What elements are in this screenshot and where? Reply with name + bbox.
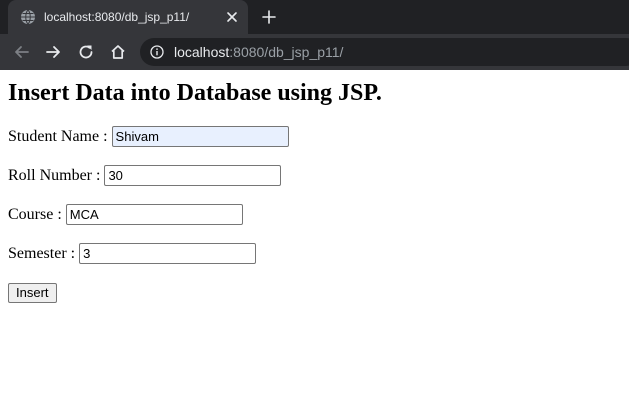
page-title: Insert Data into Database using JSP. bbox=[8, 80, 382, 106]
tab-title: localhost:8080/db_jsp_p11/ bbox=[44, 10, 190, 24]
address-url[interactable]: localhost:8080/db_jsp_p11/ bbox=[174, 44, 343, 60]
close-icon[interactable] bbox=[224, 9, 240, 25]
semester-label: Semester : bbox=[8, 245, 76, 262]
arrow-left-icon[interactable] bbox=[13, 43, 31, 61]
student-name-label: Student Name : bbox=[8, 128, 108, 145]
info-icon[interactable] bbox=[150, 45, 164, 59]
browser-tab[interactable]: localhost:8080/db_jsp_p11/ bbox=[8, 0, 248, 34]
url-path: :8080/db_jsp_p11/ bbox=[229, 44, 344, 60]
browser-toolbar: localhost:8080/db_jsp_p11/ bbox=[0, 34, 629, 70]
reload-icon[interactable] bbox=[77, 43, 95, 61]
semester-input[interactable] bbox=[79, 243, 257, 264]
insert-button[interactable]: Insert bbox=[8, 283, 57, 303]
roll-number-row: Roll Number : bbox=[8, 165, 282, 186]
roll-number-input[interactable] bbox=[104, 165, 282, 186]
url-host: localhost bbox=[174, 44, 230, 60]
address-bar[interactable]: localhost:8080/db_jsp_p11/ bbox=[140, 38, 629, 66]
student-name-input[interactable] bbox=[111, 126, 289, 147]
globe-icon bbox=[21, 9, 35, 25]
roll-number-label: Roll Number : bbox=[8, 167, 101, 184]
plus-icon[interactable] bbox=[261, 9, 277, 25]
course-row: Course : bbox=[8, 204, 243, 225]
student-name-row: Student Name : bbox=[8, 126, 289, 147]
semester-row: Semester : bbox=[8, 243, 257, 264]
tab-strip: localhost:8080/db_jsp_p11/ bbox=[0, 0, 629, 34]
arrow-right-icon[interactable] bbox=[44, 43, 62, 61]
page-content: Insert Data into Database using JSP. Stu… bbox=[0, 70, 629, 413]
course-input[interactable] bbox=[65, 204, 243, 225]
course-label: Course : bbox=[8, 206, 62, 223]
home-icon[interactable] bbox=[109, 43, 127, 61]
browser-window: localhost:8080/db_jsp_p11/ localhost:808… bbox=[0, 0, 629, 413]
